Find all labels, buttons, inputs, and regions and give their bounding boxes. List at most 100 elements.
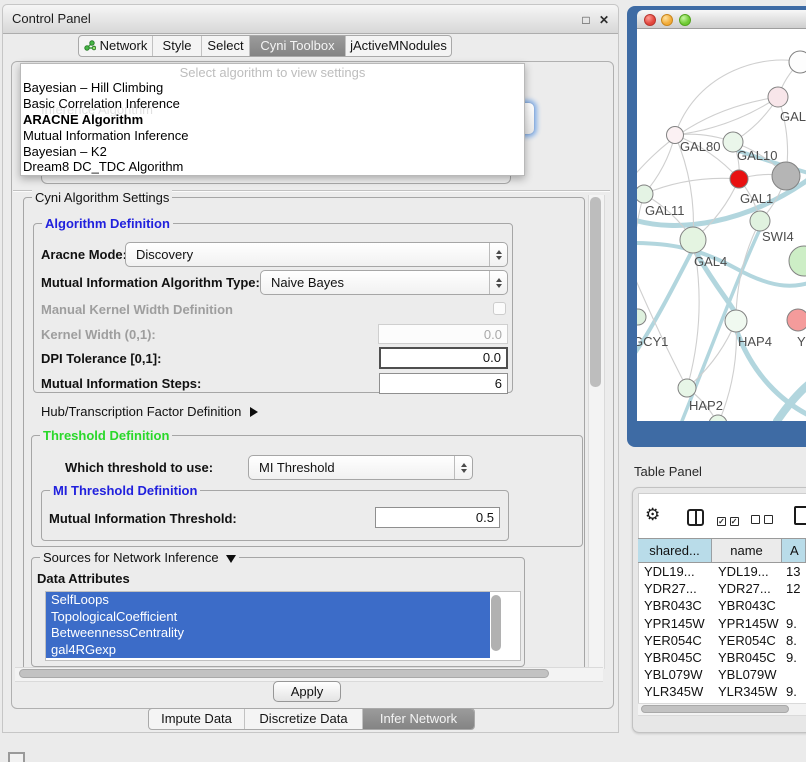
network-edge[interactable] — [637, 269, 687, 388]
tab-jactivemnodules[interactable]: jActiveMNodules — [346, 36, 451, 56]
which-threshold-combobox[interactable]: MI Threshold — [248, 455, 473, 480]
cell-shared-name: YBR045C — [638, 649, 712, 666]
cell-name: YLR345W — [712, 683, 782, 700]
table-row[interactable]: YBL079W YBL079W — [638, 666, 806, 683]
network-canvas[interactable]: GALGAL80GAL10GAL1GAL11SWI4GAL4GCY1HAP4YH… — [637, 29, 806, 421]
which-threshold-value: MI Threshold — [259, 460, 335, 475]
tab-select[interactable]: Select — [202, 36, 250, 56]
cell-value: 13 — [782, 563, 806, 580]
column-header-partial[interactable]: A — [782, 539, 806, 562]
table-horizontal-scrollbar-thumb[interactable] — [641, 705, 789, 713]
data-attributes-listbox[interactable]: SelfLoopsTopologicalCoefficientBetweenne… — [45, 591, 521, 661]
settings-horizontal-scrollbar-thumb[interactable] — [19, 669, 549, 678]
network-node-gal11[interactable] — [637, 185, 653, 203]
tab-network[interactable]: Network — [79, 36, 153, 56]
node-label: HAP2 — [689, 398, 723, 413]
tab-label: Impute Data — [161, 711, 232, 726]
mi-algorithm-type-value: Naive Bayes — [271, 275, 344, 290]
table-row[interactable]: YPR145W YPR145W 9. — [638, 615, 806, 632]
attribute-item[interactable]: BetweennessCentrality — [46, 625, 490, 642]
table-row[interactable]: YDL19... YDL19... 13 — [638, 563, 806, 580]
attribute-item[interactable]: SelfLoops — [46, 592, 490, 609]
tab-style[interactable]: Style — [153, 36, 202, 56]
sources-title-label: Sources for Network Inference — [43, 550, 219, 565]
network-node[interactable] — [789, 51, 806, 73]
stepper-arrows-icon[interactable] — [489, 271, 507, 294]
node-label: GAL11 — [645, 203, 685, 218]
table-row[interactable]: YBR045C YBR045C 9. — [638, 649, 806, 666]
list-scrollbar-thumb[interactable] — [491, 595, 501, 651]
network-node-swi4[interactable] — [750, 211, 770, 231]
manual-kernel-width-checkbox[interactable] — [493, 302, 506, 315]
import-table-icon[interactable] — [794, 506, 806, 525]
select-all-checkboxes-icon[interactable]: ✓ ✓ — [717, 512, 739, 527]
network-node-gal1[interactable] — [730, 170, 748, 188]
table-body: YDL19... YDL19... 13 YDR27... YDR27... 1… — [638, 563, 806, 703]
algorithm-option-bayesian-hill-climbing[interactable]: Bayesian – Hill Climbing — [23, 80, 521, 96]
column-header-shared-name[interactable]: shared... — [638, 539, 712, 562]
aracne-mode-combobox[interactable]: Discovery — [125, 242, 508, 267]
network-node[interactable] — [709, 415, 727, 421]
manual-kernel-width-label: Manual Kernel Width Definition — [41, 302, 233, 317]
zoom-traffic-light-icon[interactable] — [679, 14, 691, 26]
cell-value: 9. — [782, 649, 806, 666]
control-panel-titlebar[interactable]: Control Panel □ ✕ — [3, 5, 618, 34]
cell-shared-name: YPR145W — [638, 615, 712, 632]
network-node-gcy1[interactable] — [637, 309, 646, 325]
network-edge[interactable] — [637, 194, 644, 317]
tab-impute-data[interactable]: Impute Data — [149, 709, 245, 729]
cell-value: 9. — [782, 615, 806, 632]
deselect-all-checkboxes-icon[interactable] — [751, 512, 773, 527]
algorithm-option-dream8[interactable]: Dream8 DC_TDC Algorithm — [23, 159, 521, 175]
network-node[interactable] — [772, 162, 800, 190]
attribute-item[interactable]: TopologicalCoefficient — [46, 609, 490, 626]
table-row[interactable]: YBR043C YBR043C — [638, 597, 806, 614]
cell-shared-name: YBR043C — [638, 597, 712, 614]
mi-steps-field[interactable]: 6 — [379, 373, 508, 394]
column-header-name[interactable]: name — [712, 539, 782, 562]
algorithm-option-bayesian-k2[interactable]: Bayesian – K2 — [23, 144, 521, 160]
aracne-mode-label: Aracne Mode: — [41, 247, 127, 262]
mi-algorithm-type-combobox[interactable]: Naive Bayes — [260, 270, 508, 295]
hub-definition-expander[interactable]: Hub/Transcription Factor Definition — [41, 404, 258, 419]
expander-arrow-icon — [250, 407, 258, 417]
mi-threshold-field[interactable]: 0.5 — [375, 507, 500, 528]
settings-vertical-scrollbar-thumb[interactable] — [590, 197, 601, 387]
network-node-hap2[interactable] — [678, 379, 696, 397]
gear-icon[interactable]: ⚙ — [645, 505, 660, 525]
minimize-traffic-light-icon[interactable] — [661, 14, 673, 26]
stepper-arrows-icon[interactable] — [454, 456, 472, 479]
table-row[interactable]: YDR27... YDR27... 12 — [638, 580, 806, 597]
apply-button[interactable]: Apply — [273, 681, 341, 702]
cell-name: YER054C — [712, 632, 782, 649]
sources-group-title[interactable]: Sources for Network Inference — [40, 550, 239, 565]
network-node-y[interactable] — [787, 309, 806, 331]
tab-infer-network[interactable]: Infer Network — [363, 709, 474, 729]
stepper-arrows-icon[interactable] — [489, 243, 507, 266]
network-node-gal4[interactable] — [680, 227, 706, 253]
close-window-icon[interactable]: ✕ — [597, 13, 611, 27]
attribute-item[interactable]: gal4RGexp — [46, 642, 490, 659]
tab-discretize-data[interactable]: Discretize Data — [245, 709, 363, 729]
group-title: MI Threshold Definition — [50, 483, 200, 498]
which-threshold-label: Which threshold to use: — [65, 460, 213, 475]
network-node[interactable] — [789, 246, 806, 276]
table-row[interactable]: YLR345W YLR345W 9. — [638, 683, 806, 700]
float-window-icon[interactable]: □ — [579, 13, 593, 27]
network-edge[interactable] — [675, 97, 778, 135]
table-row[interactable]: YER054C YER054C 8. — [638, 632, 806, 649]
cell-name: YDR27... — [712, 580, 782, 597]
kernel-width-field[interactable]: 0.0 — [378, 324, 508, 344]
dpi-tolerance-field[interactable]: 0.0 — [379, 347, 508, 369]
columns-icon[interactable] — [687, 509, 704, 526]
close-traffic-light-icon[interactable] — [644, 14, 656, 26]
table-header-row: shared... name A — [638, 538, 806, 563]
partial-corner-widget[interactable] — [8, 752, 25, 762]
network-node-hap4[interactable] — [725, 310, 747, 332]
algorithm-option-mutual-information[interactable]: Mutual Information Inference — [23, 128, 521, 144]
algorithm-option-basic-correlation[interactable]: Basic Correlation Inference — [23, 96, 521, 112]
tab-cyni-toolbox[interactable]: Cyni Toolbox — [250, 36, 346, 56]
network-node-gal[interactable] — [768, 87, 788, 107]
control-panel-window: Control Panel □ ✕ Network Style Select C… — [2, 4, 619, 733]
algorithm-option-aracne[interactable]: ARACNE Algorithm — [23, 112, 521, 128]
